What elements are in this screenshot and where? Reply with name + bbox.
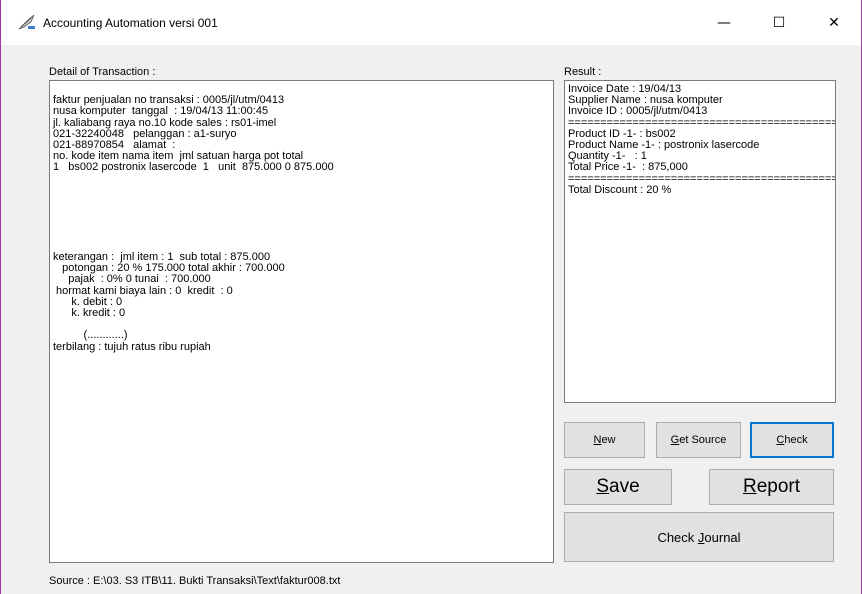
save-button-mnemonic: S: [596, 476, 610, 497]
check-button[interactable]: Check: [750, 422, 834, 458]
get-source-button-mnemonic: G: [670, 434, 680, 446]
detail-textbox[interactable]: faktur penjualan no transaksi : 0005/jl/…: [49, 80, 554, 563]
minimize-button[interactable]: —: [701, 0, 747, 45]
maximize-button[interactable]: ☐: [756, 0, 802, 45]
title-bar[interactable]: Accounting Automation versi 001 — ☐ ✕: [1, 0, 861, 45]
check-button-label: heck: [784, 434, 808, 446]
check-journal-button-label: ournal: [704, 529, 741, 545]
new-button[interactable]: New: [564, 422, 645, 458]
detail-label: Detail of Transaction :: [49, 66, 156, 78]
minimize-icon: —: [717, 14, 731, 31]
get-source-button-label: et Source: [679, 434, 727, 446]
result-label: Result :: [564, 66, 602, 78]
get-source-button[interactable]: Get Source: [656, 422, 741, 458]
check-button-mnemonic: C: [776, 434, 785, 446]
quill-pen-icon: [18, 14, 35, 30]
result-textbox[interactable]: Invoice Date : 19/04/13 Supplier Name : …: [564, 80, 836, 403]
main-window: Accounting Automation versi 001 — ☐ ✕ De…: [0, 0, 862, 594]
report-button[interactable]: Report: [709, 469, 834, 505]
source-path: Source : E:\03. S3 ITB\11. Bukti Transak…: [49, 575, 341, 587]
report-button-mnemonic: R: [742, 476, 757, 497]
check-journal-button[interactable]: Check Journal: [564, 512, 834, 562]
save-button-label: ave: [609, 476, 640, 497]
check-journal-button-prefix: Check: [657, 529, 698, 545]
new-button-label: ew: [601, 434, 616, 446]
window-title: Accounting Automation versi 001: [43, 16, 218, 30]
close-button[interactable]: ✕: [811, 0, 857, 45]
report-button-label: eport: [756, 476, 801, 497]
save-button[interactable]: Save: [564, 469, 672, 505]
new-button-mnemonic: N: [593, 434, 602, 446]
maximize-icon: ☐: [772, 14, 786, 31]
close-icon: ✕: [828, 14, 840, 31]
